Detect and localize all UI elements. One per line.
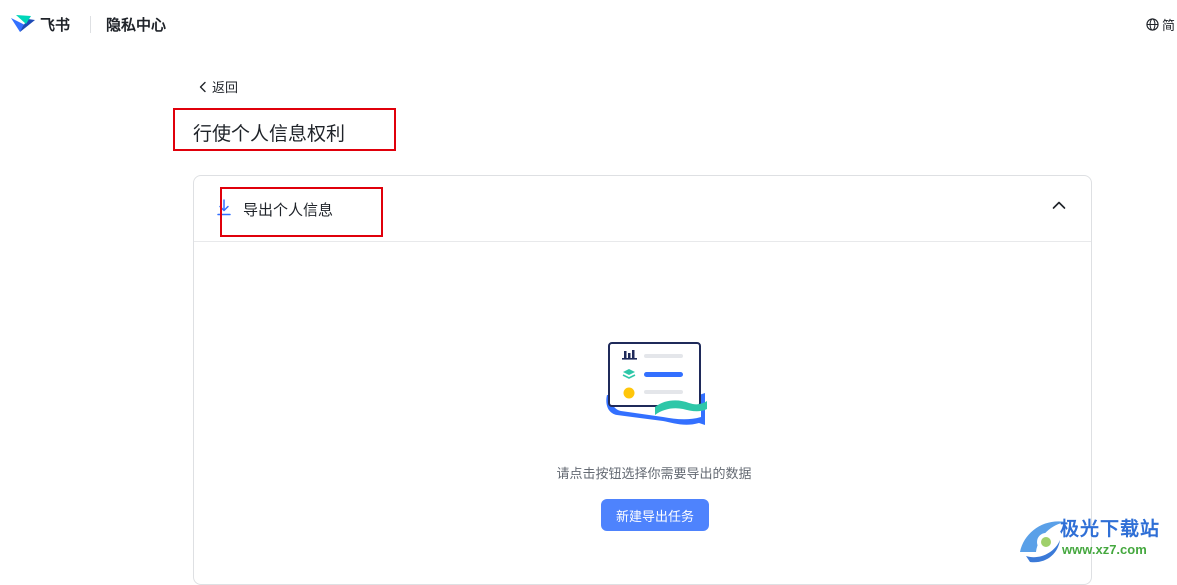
feishu-logo-icon[interactable] [10,13,36,35]
back-label: 返回 [212,81,239,96]
language-label: 简 [1162,19,1176,34]
data-export-illustration-icon [606,342,707,425]
back-link[interactable]: 返回 [198,77,238,96]
brand-name[interactable]: 飞书 [40,14,70,35]
watermark-site-url: www.xz7.com [1062,542,1147,557]
chevron-up-icon[interactable] [1052,200,1066,210]
header-divider [90,16,91,33]
section-title: 隐私中心 [106,16,167,34]
export-hint-text: 请点击按钮选择你需要导出的数据 [556,467,752,482]
globe-icon [1146,18,1159,31]
language-switcher[interactable]: 简 [1146,15,1175,34]
top-bar: 飞书 隐私中心 简 [0,0,1177,48]
annotation-box-export [220,187,383,237]
chevron-left-icon [199,81,206,92]
new-export-task-button[interactable]: 新建导出任务 [601,499,709,531]
annotation-box-title [173,108,396,151]
watermark-site-name: 极光下载站 [1060,518,1161,540]
